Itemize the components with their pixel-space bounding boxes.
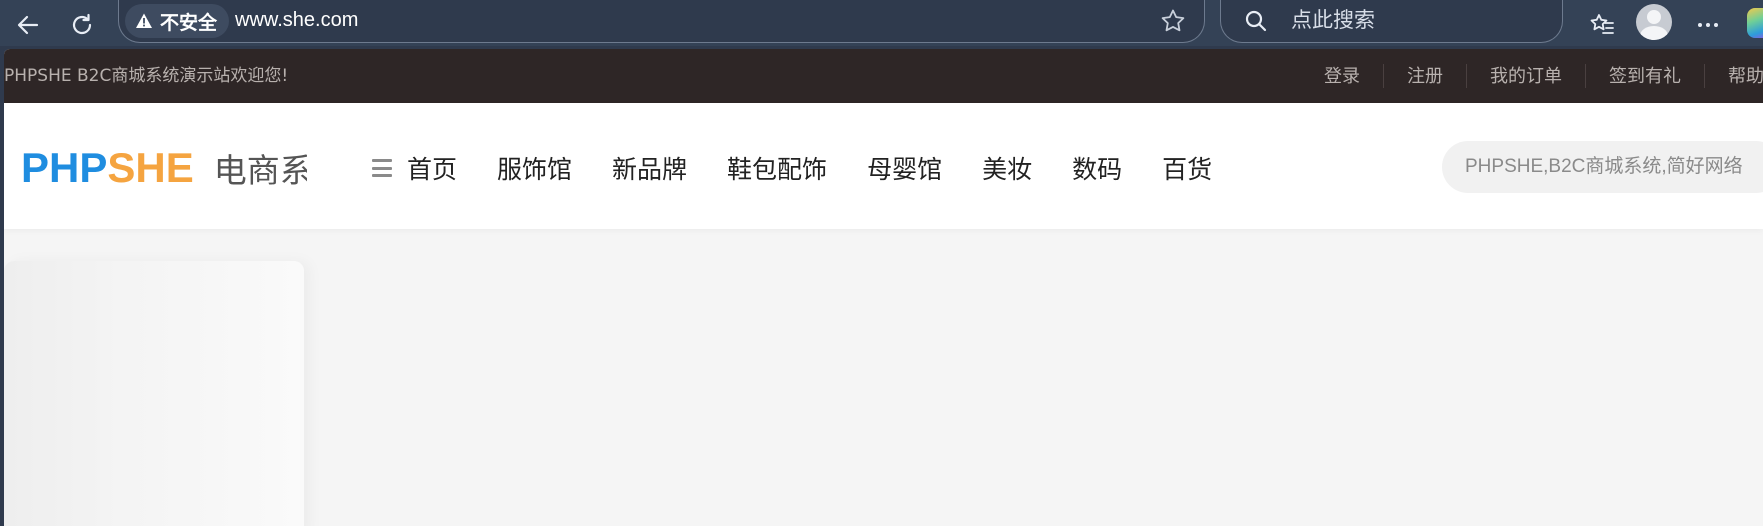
my-orders-link[interactable]: 我的订单 [1466, 64, 1585, 88]
site-logo[interactable]: PHPSHE 电商系统 [21, 143, 307, 193]
back-arrow-icon[interactable] [8, 5, 48, 45]
browser-toolbar: 不安全 www.she.com 点此搜索 [0, 0, 1763, 46]
login-link[interactable]: 登录 [1324, 64, 1383, 88]
address-bar[interactable]: 不安全 www.she.com [118, 0, 1205, 43]
logo-php-text: PHP [21, 144, 108, 191]
menu-icon[interactable] [370, 156, 394, 180]
nav-general-goods[interactable]: 百货 [1162, 150, 1212, 186]
sign-in-reward-link[interactable]: 签到有礼 [1585, 64, 1704, 88]
copilot-icon[interactable] [1747, 8, 1763, 38]
help-center-link[interactable]: 帮助中心 [1704, 64, 1763, 88]
nav-mother-baby[interactable]: 母婴馆 [867, 150, 942, 186]
top-links: 登录 注册 我的订单 签到有礼 帮助中心 [1324, 49, 1763, 103]
url-text[interactable]: www.she.com [235, 0, 358, 41]
search-icon [1245, 10, 1267, 32]
browser-search-box[interactable]: 点此搜索 [1220, 0, 1563, 43]
avatar-body [1640, 26, 1668, 40]
site-search-input[interactable]: PHPSHE,B2C商城系统,简好网络 [1442, 141, 1763, 193]
logo-subtitle: 电商系统 [213, 152, 307, 189]
nav-beauty[interactable]: 美妆 [982, 150, 1032, 186]
nav-shoes-bags[interactable]: 鞋包配饰 [727, 150, 827, 186]
register-link[interactable]: 注册 [1383, 64, 1466, 88]
profile-avatar[interactable] [1636, 4, 1672, 40]
nav-home[interactable]: 首页 [407, 150, 457, 186]
site-top-bar: PHPSHE B2C商城系统演示站欢迎您! 登录 注册 我的订单 签到有礼 帮助… [4, 49, 1763, 103]
avatar-head [1647, 10, 1661, 24]
main-nav: 首页 服饰馆 新品牌 鞋包配饰 母婴馆 美妆 数码 百货 [370, 143, 1252, 193]
favorites-list-icon[interactable] [1582, 5, 1622, 45]
favorite-star-icon[interactable] [1154, 2, 1192, 40]
warning-icon [136, 13, 152, 28]
category-panel [4, 261, 304, 526]
logo-she-text: SHE [107, 144, 194, 191]
more-options-icon[interactable] [1688, 5, 1728, 45]
browser-search-placeholder: 点此搜索 [1291, 9, 1375, 32]
nav-digital[interactable]: 数码 [1072, 150, 1122, 186]
nav-apparel[interactable]: 服饰馆 [497, 150, 572, 186]
page-viewport: PHPSHE B2C商城系统演示站欢迎您! 登录 注册 我的订单 签到有礼 帮助… [4, 49, 1763, 526]
insecure-badge[interactable]: 不安全 [125, 4, 230, 38]
refresh-icon[interactable] [62, 5, 102, 45]
nav-new-brands[interactable]: 新品牌 [612, 150, 687, 186]
insecure-label: 不安全 [160, 12, 218, 34]
welcome-text: PHPSHE B2C商城系统演示站欢迎您! [4, 66, 289, 86]
